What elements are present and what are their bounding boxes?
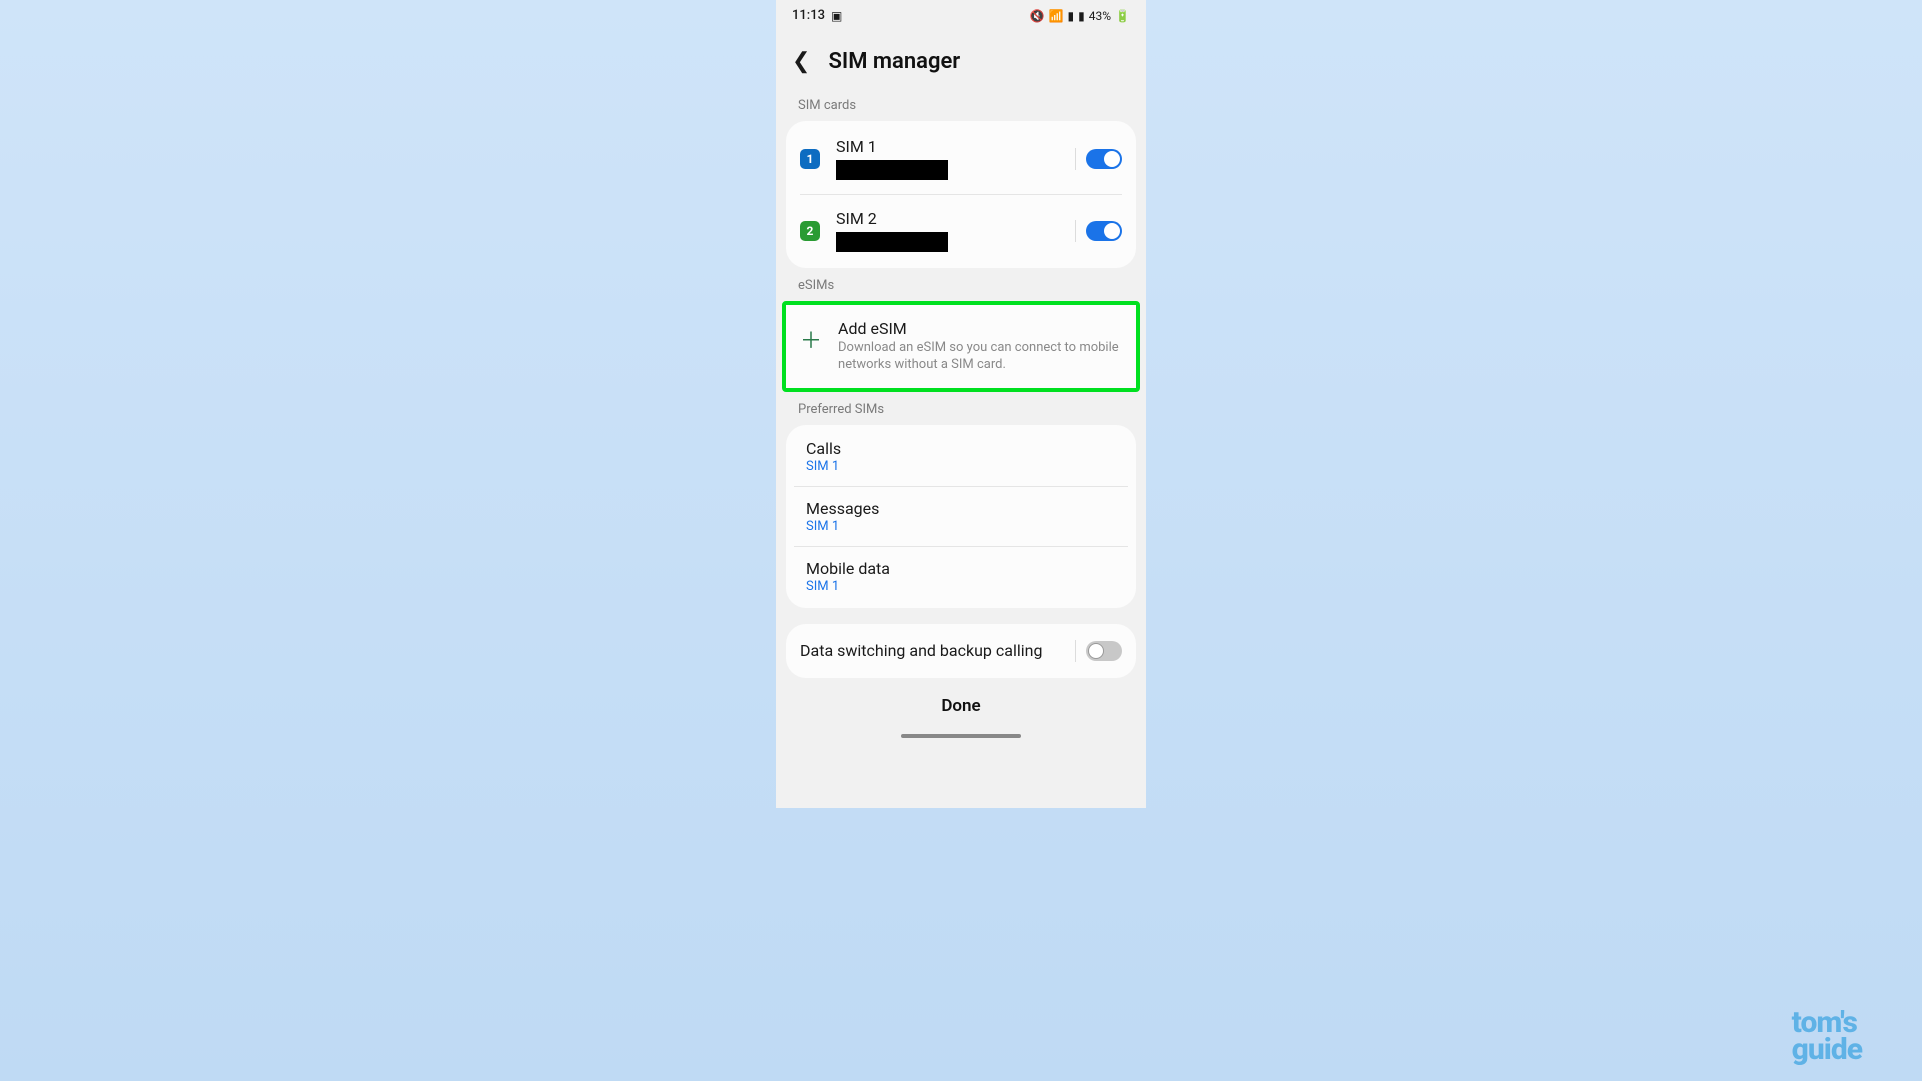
signal-icon-2: ▮ [1078, 9, 1085, 23]
sim2-toggle[interactable] [1086, 221, 1122, 241]
sim1-badge: 1 [800, 149, 820, 169]
back-icon[interactable]: ❮ [792, 49, 810, 74]
sim2-row[interactable]: 2 SIM 2 [800, 194, 1122, 266]
sim2-name: SIM 2 [836, 209, 1059, 228]
sim1-info: SIM 1 [836, 137, 1059, 180]
preferred-calls-row[interactable]: Calls SIM 1 [794, 427, 1128, 486]
preferred-sims-card: Calls SIM 1 Messages SIM 1 Mobile data S… [786, 425, 1136, 608]
sim2-info: SIM 2 [836, 209, 1059, 252]
esim-text: Add eSIM Download an eSIM so you can con… [838, 319, 1122, 374]
battery-icon: 🔋 [1115, 9, 1130, 23]
sim2-carrier-redacted [836, 232, 948, 252]
section-label-simcards: SIM cards [776, 88, 1146, 121]
preferred-calls-value: SIM 1 [806, 459, 1116, 474]
watermark-logo: tom's guide [1792, 1009, 1862, 1063]
status-bar: 11:13 ▣ 🔇 📶 ▮ ▮ 43% 🔋 [776, 0, 1146, 31]
data-switching-label: Data switching and backup calling [800, 641, 1042, 660]
preferred-data-row[interactable]: Mobile data SIM 1 [794, 546, 1128, 606]
add-esim-button[interactable]: ＋ Add eSIM Download an eSIM so you can c… [782, 301, 1140, 392]
plus-icon: ＋ [800, 323, 822, 355]
page-header: ❮ SIM manager [776, 31, 1146, 88]
preferred-messages-row[interactable]: Messages SIM 1 [794, 486, 1128, 546]
data-switching-row[interactable]: Data switching and backup calling [786, 624, 1136, 678]
data-switching-toggle[interactable] [1086, 641, 1122, 661]
data-switching-toggle-wrap [1075, 640, 1122, 662]
add-esim-desc: Download an eSIM so you can connect to m… [838, 340, 1122, 374]
preferred-data-value: SIM 1 [806, 579, 1116, 594]
sim1-row[interactable]: 1 SIM 1 [786, 123, 1136, 194]
preferred-data-label: Mobile data [806, 559, 1116, 578]
watermark-line2: guide [1792, 1036, 1862, 1063]
divider [1075, 640, 1076, 662]
sim1-toggle[interactable] [1086, 149, 1122, 169]
divider [1075, 220, 1076, 242]
phone-frame: 11:13 ▣ 🔇 📶 ▮ ▮ 43% 🔋 ❮ SIM manager SIM … [776, 0, 1146, 808]
sim-cards-card: 1 SIM 1 2 SIM 2 [786, 121, 1136, 268]
wifi-icon: 📶 [1049, 9, 1064, 23]
preferred-messages-value: SIM 1 [806, 519, 1116, 534]
battery-percent: 43% [1089, 9, 1111, 23]
status-left: 11:13 ▣ [792, 8, 842, 23]
section-label-esims: eSIMs [776, 268, 1146, 301]
preferred-calls-label: Calls [806, 439, 1116, 458]
mute-icon: 🔇 [1030, 9, 1045, 23]
done-button[interactable]: Done [776, 678, 1146, 734]
divider [1075, 148, 1076, 170]
sim1-toggle-wrap [1075, 148, 1122, 170]
signal-icon-1: ▮ [1068, 9, 1075, 23]
sim2-badge: 2 [800, 221, 820, 241]
sim2-toggle-wrap [1075, 220, 1122, 242]
preferred-messages-label: Messages [806, 499, 1116, 518]
page-title: SIM manager [828, 49, 960, 74]
status-right: 🔇 📶 ▮ ▮ 43% 🔋 [1030, 9, 1130, 23]
screenshot-icon: ▣ [831, 9, 842, 23]
add-esim-title: Add eSIM [838, 319, 1122, 338]
status-time: 11:13 [792, 8, 825, 23]
sim1-name: SIM 1 [836, 137, 1059, 156]
gesture-bar [901, 734, 1021, 738]
sim1-carrier-redacted [836, 160, 948, 180]
section-label-preferred: Preferred SIMs [776, 392, 1146, 425]
